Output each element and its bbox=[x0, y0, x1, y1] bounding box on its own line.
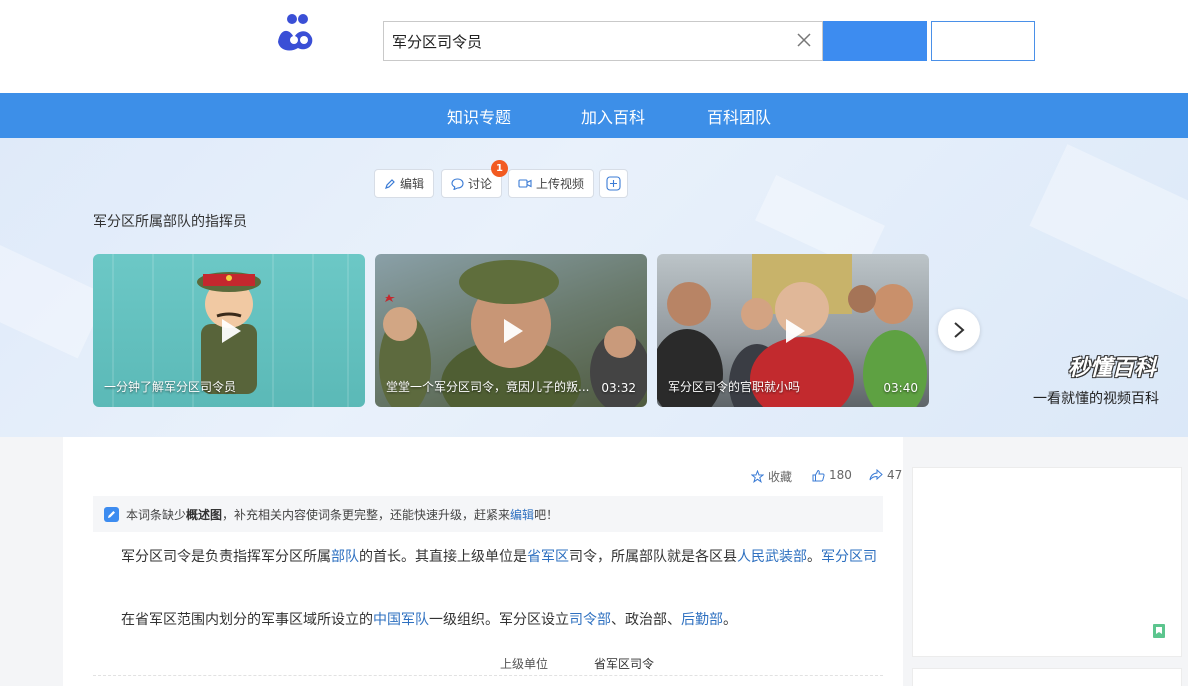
miaodong-baike-logo[interactable]: 秒懂百科 bbox=[1068, 350, 1156, 382]
thumbs-up-icon bbox=[812, 469, 825, 481]
lemma-subtitle: 军分区所属部队的指挥员 bbox=[93, 214, 247, 230]
text: 。 bbox=[807, 549, 821, 565]
top-nav: 知识专题 加入百科 百科团队 bbox=[0, 93, 1188, 138]
summary-paragraph-1: 军分区司令是负责指挥军分区所属部队的首长。其直接上级单位是省军区司令，所属部队就… bbox=[121, 546, 877, 566]
video-duration: 03:32 bbox=[601, 381, 636, 395]
edit-notice-icon bbox=[104, 506, 119, 522]
video-title: 堂堂一个军分区司令，竟因儿子的叛... bbox=[386, 380, 590, 394]
text: 。 bbox=[723, 612, 737, 628]
discuss-label: 讨论 bbox=[468, 177, 493, 191]
pencil-icon bbox=[385, 178, 395, 189]
video-duration: 03:40 bbox=[883, 381, 918, 395]
link-headquarters[interactable]: 司令部 bbox=[569, 612, 611, 628]
share-count: 47 bbox=[887, 468, 903, 482]
lemma-banner: 编辑 讨论 1 上传视频 军分区所属部队的指挥员 一分钟了解军分区司令员 堂堂一… bbox=[0, 138, 1188, 437]
collect-label: 收藏 bbox=[768, 470, 793, 484]
share-icon bbox=[869, 469, 883, 481]
missing-image-notice: 本词条缺少 概述图 ，补充相关内容使词条更完整，还能快速升级，赶紧来 编辑 吧！ bbox=[93, 496, 883, 532]
lemma-main-content: 收藏 180 47 本词条缺少 概述图 ，补充相关内容使词条更完整，还能快速升级… bbox=[63, 437, 903, 686]
edit-label: 编辑 bbox=[400, 177, 425, 191]
nav-item-join[interactable]: 加入百科 bbox=[581, 104, 645, 128]
video-card[interactable]: 军分区司令的官职就小吗 03:40 bbox=[657, 254, 929, 407]
search-input[interactable] bbox=[392, 22, 782, 60]
text: 司令，所属部队就是各区县 bbox=[569, 549, 737, 565]
like-button[interactable]: 180 bbox=[812, 468, 852, 482]
play-icon[interactable] bbox=[775, 313, 811, 349]
share-button[interactable]: 47 bbox=[869, 468, 902, 482]
star-icon bbox=[751, 470, 764, 483]
text: 军分区司令是负责指挥军分区所属 bbox=[121, 549, 331, 565]
link-military-subdistrict[interactable]: 军分区司 bbox=[821, 549, 877, 565]
text: 的首长。其直接上级单位是 bbox=[359, 549, 527, 565]
video-camera-icon bbox=[518, 179, 532, 188]
search-button[interactable] bbox=[823, 21, 927, 61]
link-logistics[interactable]: 后勤部 bbox=[681, 612, 723, 628]
nav-item-knowledge[interactable]: 知识专题 bbox=[447, 104, 511, 128]
video-card[interactable]: 堂堂一个军分区司令，竟因儿子的叛... 03:32 bbox=[375, 254, 647, 407]
text: 在省军区范围内划分的军事区域所设立的 bbox=[121, 612, 373, 628]
secondary-search-button[interactable] bbox=[931, 21, 1035, 61]
play-icon[interactable] bbox=[493, 313, 529, 349]
chevron-right-icon bbox=[954, 322, 965, 338]
notice-emphasis: 概述图 bbox=[186, 507, 223, 522]
plus-square-icon bbox=[606, 176, 621, 191]
edit-button[interactable]: 编辑 bbox=[374, 169, 435, 198]
text: 一级组织。军分区设立 bbox=[429, 612, 569, 628]
close-icon[interactable] bbox=[794, 30, 814, 50]
summary-paragraph-2: 在省军区范围内划分的军事区域所设立的中国军队一级组织。军分区设立司令部、政治部、… bbox=[121, 609, 737, 629]
upload-video-label: 上传视频 bbox=[536, 177, 585, 191]
notice-text-middle: ，补充相关内容使词条更完整，还能快速升级，赶紧来 bbox=[222, 507, 511, 522]
carousel-next-button[interactable] bbox=[938, 309, 980, 351]
notice-text-prefix: 本词条缺少 bbox=[126, 507, 187, 522]
notice-edit-link[interactable]: 编辑 bbox=[510, 506, 534, 523]
baike-logo-icon[interactable] bbox=[272, 12, 318, 54]
brand-slogan: 一看就懂的视频百科 bbox=[1033, 391, 1159, 407]
upload-video-button[interactable]: 上传视频 bbox=[508, 169, 595, 198]
video-title: 一分钟了解军分区司令员 bbox=[104, 380, 237, 394]
add-button[interactable] bbox=[599, 169, 628, 198]
link-armed-forces-dept[interactable]: 人民武装部 bbox=[737, 549, 807, 565]
like-count: 180 bbox=[829, 468, 852, 482]
link-provincial-district[interactable]: 省军区 bbox=[527, 549, 569, 565]
bookmark-icon[interactable] bbox=[1153, 624, 1165, 638]
notice-text-suffix: 吧！ bbox=[534, 507, 559, 522]
infobox-divider bbox=[93, 675, 883, 676]
discuss-count-badge: 1 bbox=[491, 160, 508, 177]
play-icon[interactable] bbox=[211, 313, 247, 349]
header bbox=[0, 0, 1188, 93]
video-card[interactable]: 一分钟了解军分区司令员 bbox=[93, 254, 365, 407]
link-chinese-army[interactable]: 中国军队 bbox=[373, 612, 429, 628]
infobox-label: 上级单位 bbox=[500, 657, 549, 671]
collect-button[interactable]: 收藏 bbox=[751, 468, 792, 485]
search-box bbox=[383, 21, 823, 61]
text: 、政治部、 bbox=[611, 612, 681, 628]
infobox-value: 省军区司令 bbox=[594, 657, 655, 671]
nav-item-team[interactable]: 百科团队 bbox=[707, 104, 771, 128]
sidebar-panel-2 bbox=[912, 668, 1182, 686]
link-troops[interactable]: 部队 bbox=[331, 549, 359, 565]
chat-bubble-icon bbox=[451, 177, 464, 190]
video-title: 军分区司令的官职就小吗 bbox=[668, 380, 801, 394]
sidebar-panel bbox=[912, 467, 1182, 657]
